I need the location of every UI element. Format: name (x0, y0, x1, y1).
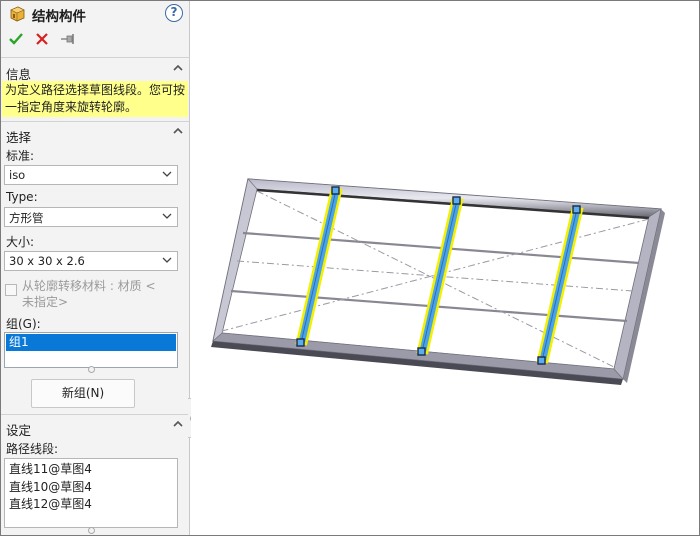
help-icon[interactable]: ? (165, 4, 183, 22)
group-list-item[interactable]: 组1 (6, 334, 176, 351)
divider (1, 57, 190, 58)
frame-model-3d[interactable] (191, 1, 699, 535)
type-value: 方形管 (9, 211, 44, 225)
action-buttons (1, 29, 190, 51)
standard-dropdown[interactable]: iso (4, 165, 178, 185)
chevron-down-icon (162, 210, 172, 225)
path-segment-item[interactable]: 直线11@草图4 (9, 461, 173, 479)
info-section-header[interactable]: 信息 (1, 62, 190, 82)
pin-button[interactable] (58, 29, 78, 49)
structural-member-icon (10, 6, 25, 22)
checkmark-icon (9, 33, 23, 45)
size-value: 30 x 30 x 2.6 (9, 254, 85, 268)
info-message: 为定义路径选择草图线段。您可按 一指定角度来旋转轮廓。 (2, 81, 188, 117)
divider (1, 414, 190, 415)
transfer-material-option: 从轮廓转移材料 : 材质 < 未指定> (5, 278, 185, 312)
standard-value: iso (9, 168, 26, 182)
transfer-material-label-line-2: 未指定> (22, 295, 69, 309)
panel-title-bar: 结构构件 ? (1, 1, 190, 27)
groups-list[interactable]: 组1 (4, 332, 178, 368)
groups-label: 组(G): (6, 317, 41, 331)
list-resize-handle[interactable] (88, 527, 95, 534)
chevron-up-icon[interactable] (172, 62, 184, 77)
close-icon (36, 33, 48, 45)
list-resize-handle[interactable] (88, 366, 95, 373)
type-label: Type: (6, 190, 38, 204)
chevron-up-icon[interactable] (172, 418, 184, 433)
panel-title: 结构构件 (32, 9, 86, 25)
selection-section-header[interactable]: 选择 (1, 125, 190, 145)
cancel-button[interactable] (32, 29, 52, 49)
ok-button[interactable] (6, 29, 26, 49)
info-line-1: 为定义路径选择草图线段。您可按 (5, 83, 186, 97)
selection-section-title: 选择 (6, 130, 32, 145)
transfer-material-label: 从轮廓转移材料 : 材质 < 未指定> (22, 278, 182, 310)
path-segment-item[interactable]: 直线10@草图4 (9, 479, 173, 497)
size-label: 大小: (6, 235, 35, 249)
settings-section-title: 设定 (6, 423, 32, 438)
path-segments-list[interactable]: 直线11@草图4 直线10@草图4 直线12@草图4 (4, 458, 178, 528)
chevron-up-icon[interactable] (172, 125, 184, 140)
divider (1, 121, 190, 122)
graphics-area[interactable] (191, 1, 699, 535)
standard-label: 标准: (6, 149, 35, 163)
info-line-2: 一指定角度来旋转轮廓。 (5, 100, 138, 114)
property-manager-panel: 结构构件 ? 信息 为定义路径选择草图线段。您可按 一指定角度来旋转轮廓。 选择… (1, 1, 190, 535)
settings-section-header[interactable]: 设定 (1, 418, 190, 438)
size-dropdown[interactable]: 30 x 30 x 2.6 (4, 251, 178, 271)
chevron-down-icon (162, 254, 172, 269)
new-group-button[interactable]: 新组(N) (31, 379, 135, 408)
path-segments-label: 路径线段: (6, 442, 59, 456)
chevron-down-icon (162, 168, 172, 183)
transfer-material-label-line-1: 从轮廓转移材料 : 材质 < (22, 279, 156, 293)
path-segment-item[interactable]: 直线12@草图4 (9, 496, 173, 514)
pushpin-icon (61, 34, 74, 44)
transfer-material-checkbox[interactable] (5, 284, 17, 296)
type-dropdown[interactable]: 方形管 (4, 207, 178, 227)
